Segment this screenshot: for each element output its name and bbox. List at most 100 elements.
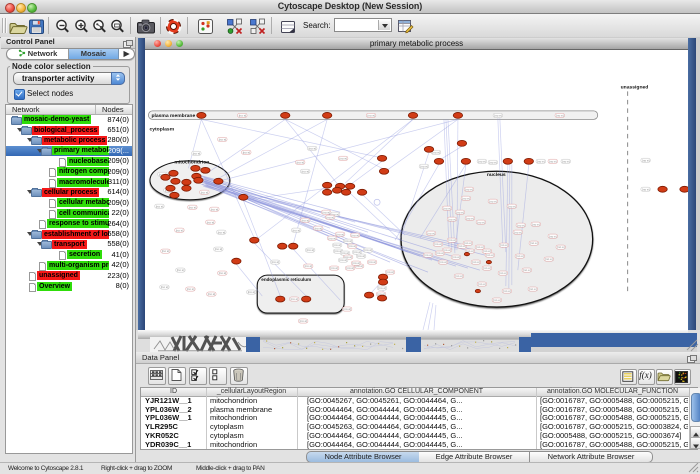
svg-text:[no e]: [no e] (347, 266, 355, 270)
svg-text:nucleus: nucleus (487, 171, 506, 177)
svg-text:[no e]: [no e] (478, 159, 486, 163)
svg-text:[no e]: [no e] (508, 204, 516, 208)
svg-text:[no e]: [no e] (272, 260, 280, 264)
svg-text:[no e]: [no e] (530, 241, 538, 245)
svg-text:[no e]: [no e] (219, 271, 227, 275)
svg-text:[no e]: [no e] (218, 230, 226, 234)
svg-text:[no e]: [no e] (300, 319, 308, 323)
svg-text:[no e]: [no e] (340, 258, 348, 262)
svg-text:[no e]: [no e] (378, 286, 386, 290)
svg-text:[no e]: [no e] (477, 220, 485, 224)
svg-text:[no e]: [no e] (529, 287, 537, 291)
svg-text:[no e]: [no e] (562, 159, 570, 163)
svg-text:[no e]: [no e] (549, 234, 557, 238)
svg-text:[no e]: [no e] (466, 216, 474, 220)
svg-text:[no e]: [no e] (305, 264, 313, 268)
svg-text:[no e]: [no e] (455, 274, 463, 278)
svg-text:[no e]: [no e] (176, 228, 184, 232)
svg-text:[no e]: [no e] (329, 236, 337, 240)
svg-text:[no e]: [no e] (239, 113, 247, 117)
svg-text:[no e]: [no e] (486, 253, 494, 257)
svg-text:[no e]: [no e] (420, 164, 428, 168)
svg-text:[no e]: [no e] (315, 226, 323, 230)
svg-text:[no e]: [no e] (537, 159, 545, 163)
svg-text:[no e]: [no e] (556, 113, 564, 117)
svg-text:[no e]: [no e] (386, 270, 394, 274)
svg-text:[no e]: [no e] (340, 156, 348, 160)
svg-text:[no e]: [no e] (219, 137, 227, 141)
svg-text:mitochondrion: mitochondrion (174, 159, 209, 165)
svg-text:[no e]: [no e] (472, 260, 480, 264)
svg-text:[no e]: [no e] (434, 242, 442, 246)
svg-text:[no e]: [no e] (302, 169, 310, 173)
svg-text:[no e]: [no e] (439, 260, 447, 264)
svg-text:[no e]: [no e] (297, 160, 305, 164)
svg-text:[no e]: [no e] (368, 260, 376, 264)
svg-text:[no e]: [no e] (337, 232, 345, 236)
svg-text:[no e]: [no e] (243, 150, 251, 154)
svg-text:[no e]: [no e] (549, 159, 557, 163)
svg-text:[no e]: [no e] (493, 298, 501, 302)
svg-text:[no e]: [no e] (503, 289, 511, 293)
svg-text:[no e]: [no e] (334, 243, 342, 247)
svg-text:[no e]: [no e] (367, 113, 375, 117)
svg-text:[no e]: [no e] (448, 238, 456, 242)
svg-text:unassigned: unassigned (621, 84, 649, 90)
svg-text:[no e]: [no e] (523, 268, 531, 272)
svg-text:[no e]: [no e] (642, 158, 650, 162)
svg-text:[no e]: [no e] (345, 239, 353, 243)
svg-text:cytoplasm: cytoplasm (149, 126, 174, 132)
svg-text:[no e]: [no e] (208, 292, 216, 296)
svg-text:[no e]: [no e] (193, 151, 201, 155)
svg-text:[no e]: [no e] (462, 196, 470, 200)
svg-text:[no e]: [no e] (494, 113, 502, 117)
svg-text:[no e]: [no e] (215, 247, 223, 251)
svg-text:[no e]: [no e] (162, 249, 170, 253)
svg-text:[no e]: [no e] (443, 206, 451, 210)
svg-text:[no e]: [no e] (464, 241, 472, 245)
svg-text:[no e]: [no e] (532, 222, 540, 226)
svg-text:[no e]: [no e] (489, 160, 497, 164)
svg-text:[no e]: [no e] (364, 248, 372, 252)
svg-text:[no e]: [no e] (293, 228, 301, 232)
svg-text:[no e]: [no e] (424, 253, 432, 257)
svg-text:[no e]: [no e] (500, 243, 508, 247)
svg-text:[no e]: [no e] (642, 187, 650, 191)
svg-text:[no e]: [no e] (499, 271, 507, 275)
svg-text:[no e]: [no e] (516, 254, 524, 258)
svg-text:[no e]: [no e] (465, 187, 473, 191)
svg-text:[no e]: [no e] (291, 297, 299, 301)
svg-text:[no e]: [no e] (331, 266, 339, 270)
svg-text:[no e]: [no e] (557, 245, 565, 249)
svg-text:[no e]: [no e] (483, 249, 491, 253)
svg-text:[no e]: [no e] (177, 268, 185, 272)
svg-text:[no e]: [no e] (307, 248, 315, 252)
svg-text:[no e]: [no e] (517, 223, 525, 227)
svg-text:[no e]: [no e] (156, 204, 164, 208)
svg-text:[no e]: [no e] (323, 210, 331, 214)
svg-text:[no e]: [no e] (161, 285, 169, 289)
svg-text:[no e]: [no e] (327, 215, 335, 219)
svg-text:[no e]: [no e] (452, 255, 460, 259)
svg-text:[no e]: [no e] (489, 199, 497, 203)
svg-text:[no e]: [no e] (353, 261, 361, 265)
svg-text:[no e]: [no e] (456, 210, 464, 214)
svg-text:[no e]: [no e] (207, 220, 215, 224)
svg-text:[no e]: [no e] (302, 218, 310, 222)
svg-text:[no e]: [no e] (478, 282, 486, 286)
svg-text:[no e]: [no e] (545, 257, 553, 261)
svg-text:[no e]: [no e] (483, 266, 491, 270)
svg-text:[no e]: [no e] (448, 217, 456, 221)
svg-text:[no e]: [no e] (309, 146, 317, 150)
svg-text:[no e]: [no e] (352, 233, 360, 237)
svg-text:[no e]: [no e] (344, 307, 352, 311)
svg-text:plasma membrane: plasma membrane (151, 112, 195, 118)
svg-text:[no e]: [no e] (514, 230, 522, 234)
svg-text:[no e]: [no e] (427, 231, 435, 235)
svg-text:[no e]: [no e] (248, 290, 256, 294)
svg-text:[no e]: [no e] (349, 244, 357, 248)
svg-text:[no e]: [no e] (211, 207, 219, 211)
svg-text:[no e]: [no e] (189, 205, 197, 209)
svg-text:endoplasmic reticulum: endoplasmic reticulum (261, 277, 311, 282)
svg-text:[no e]: [no e] (201, 190, 209, 194)
